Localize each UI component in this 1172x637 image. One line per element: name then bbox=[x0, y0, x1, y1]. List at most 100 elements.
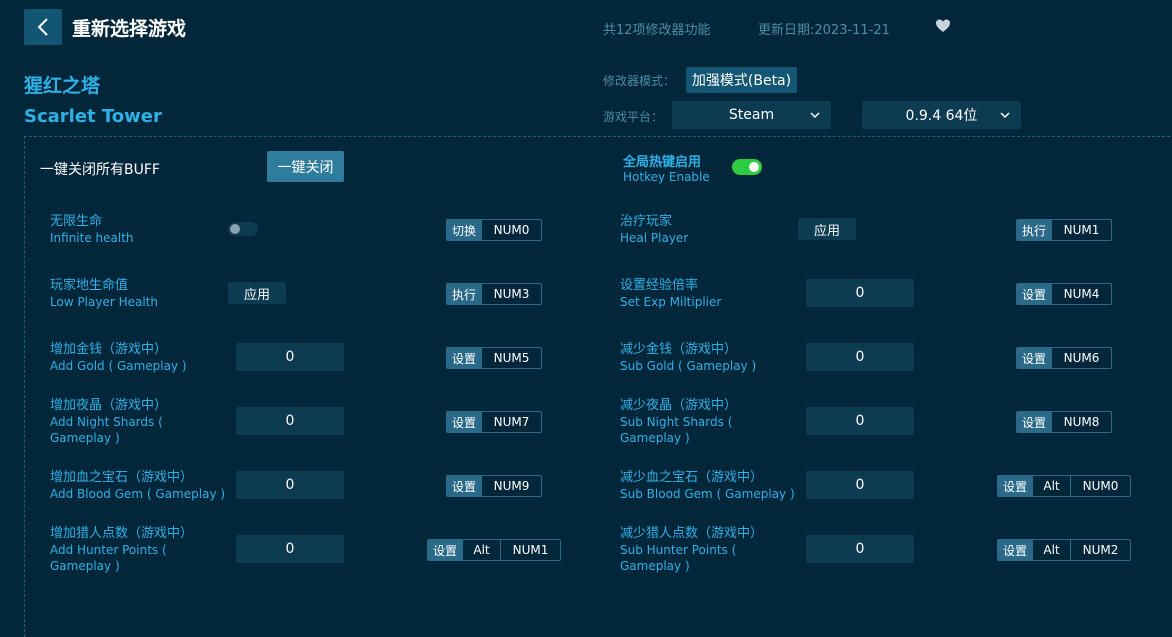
hotkey-enable-toggle[interactable] bbox=[732, 159, 762, 175]
hotkey-low-health[interactable]: 执行 NUM3 bbox=[446, 283, 543, 305]
sub-hunter-points-input[interactable]: 0 bbox=[806, 535, 914, 563]
game-title-en: Scarlet Tower bbox=[24, 106, 162, 127]
feature-label: 增加猎人点数（游戏中） Add Hunter Points ( Gameplay… bbox=[50, 526, 193, 574]
hotkey-modifier: Alt bbox=[1032, 540, 1071, 560]
feature-name-en: Add Gold ( Gameplay ) bbox=[50, 359, 187, 373]
feature-name-en: Sub Gold ( Gameplay ) bbox=[620, 359, 757, 373]
feature-name-en: Sub Night Shards ( Gameplay ) bbox=[620, 415, 733, 445]
feature-name-cn: 玩家地生命值 bbox=[50, 278, 129, 293]
hotkey-key: NUM1 bbox=[1051, 220, 1112, 240]
sub-gold-input[interactable]: 0 bbox=[806, 343, 914, 371]
add-blood-gem-input[interactable]: 0 bbox=[236, 471, 344, 499]
feature-name-cn: 增加血之宝石（游戏中） bbox=[50, 470, 194, 485]
feature-name-cn: 减少夜晶（游戏中） bbox=[620, 398, 738, 413]
version-select[interactable]: 0.9.4 64位 bbox=[862, 101, 1021, 129]
hotkey-modifier: Alt bbox=[1032, 476, 1071, 496]
hotkey-action: 设置 bbox=[447, 412, 482, 432]
feature-name-cn: 无限生命 bbox=[50, 214, 103, 229]
feature-name-en: Sub Hunter Points ( Gameplay ) bbox=[620, 543, 737, 573]
hotkey-action: 执行 bbox=[1017, 220, 1052, 240]
hotkey-action: 设置 bbox=[447, 348, 482, 368]
page-title: 重新选择游戏 bbox=[72, 18, 187, 40]
hotkey-action: 设置 bbox=[1017, 348, 1052, 368]
feature-count: 共12项修改器功能 bbox=[603, 23, 711, 38]
feature-name-en: Infinite health bbox=[50, 231, 134, 245]
hotkey-sub-blood-gem[interactable]: 设置 Alt NUM0 bbox=[997, 475, 1132, 497]
feature-label: 无限生命 Infinite health bbox=[50, 214, 134, 246]
hotkey-action: 设置 bbox=[428, 540, 463, 560]
feature-name-cn: 增加猎人点数（游戏中） bbox=[50, 526, 194, 541]
hotkey-key: NUM4 bbox=[1051, 284, 1112, 304]
sub-blood-gem-input[interactable]: 0 bbox=[806, 471, 914, 499]
feature-name-en: Set Exp Miltiplier bbox=[620, 295, 722, 309]
hotkey-action: 设置 bbox=[1017, 412, 1052, 432]
hotkey-action: 切换 bbox=[447, 220, 482, 240]
feature-name-cn: 增加夜晶（游戏中） bbox=[50, 398, 168, 413]
hotkey-action: 设置 bbox=[447, 476, 482, 496]
hotkey-heal-player[interactable]: 执行 NUM1 bbox=[1016, 219, 1113, 241]
hotkey-key: NUM0 bbox=[1070, 476, 1131, 496]
heal-player-apply-button[interactable]: 应用 bbox=[798, 218, 856, 240]
hotkey-key: NUM7 bbox=[481, 412, 542, 432]
platform-label: 游戏平台： bbox=[603, 110, 664, 124]
add-gold-input[interactable]: 0 bbox=[236, 343, 344, 371]
oneclick-close-button[interactable]: 一键关闭 bbox=[267, 151, 344, 182]
chevron-down-icon bbox=[810, 112, 820, 119]
version-value: 0.9.4 64位 bbox=[905, 108, 978, 124]
oneclick-label: 一键关闭所有BUFF bbox=[40, 162, 160, 178]
hotkey-key: NUM1 bbox=[500, 540, 561, 560]
feature-name-cn: 治疗玩家 bbox=[620, 214, 673, 229]
feature-label: 治疗玩家 Heal Player bbox=[620, 214, 688, 246]
feature-name-cn: 减少血之宝石（游戏中） bbox=[620, 470, 764, 485]
mode-button[interactable]: 加强模式(Beta) bbox=[686, 67, 797, 93]
add-night-shards-input[interactable]: 0 bbox=[236, 407, 344, 435]
feature-name-cn: 减少金钱（游戏中） bbox=[620, 342, 738, 357]
platform-select[interactable]: Steam bbox=[672, 101, 831, 129]
feature-label: 增加血之宝石（游戏中） Add Blood Gem ( Gameplay ) bbox=[50, 470, 225, 502]
hotkey-action: 设置 bbox=[1017, 284, 1052, 304]
feature-name-en: Add Hunter Points ( Gameplay ) bbox=[50, 543, 167, 573]
update-date: 更新日期:2023-11-21 bbox=[758, 23, 890, 38]
feature-name-cn: 减少猎人点数（游戏中） bbox=[620, 526, 764, 541]
feature-name-cn: 增加金钱（游戏中） bbox=[50, 342, 168, 357]
hotkey-add-gold[interactable]: 设置 NUM5 bbox=[446, 347, 543, 369]
hotkey-enable-label: 全局热键启用 bbox=[623, 155, 702, 170]
low-health-apply-button[interactable]: 应用 bbox=[228, 282, 286, 304]
feature-name-cn: 设置经验倍率 bbox=[620, 278, 699, 293]
feature-label: 减少血之宝石（游戏中） Sub Blood Gem ( Gameplay ) bbox=[620, 470, 795, 502]
hotkey-action: 设置 bbox=[998, 476, 1033, 496]
infinite-health-toggle[interactable] bbox=[228, 222, 258, 236]
game-title-cn: 猩红之塔 bbox=[24, 75, 101, 97]
hotkey-key: NUM8 bbox=[1051, 412, 1112, 432]
feature-label: 增加夜晶（游戏中） Add Night Shards ( Gameplay ) bbox=[50, 398, 220, 446]
feature-name-en: Heal Player bbox=[620, 231, 689, 245]
feature-label: 玩家地生命值 Low Player Health bbox=[50, 278, 158, 310]
hotkey-key: NUM0 bbox=[481, 220, 542, 240]
sub-night-shards-input[interactable]: 0 bbox=[806, 407, 914, 435]
feature-label: 减少金钱（游戏中） Sub Gold ( Gameplay ) bbox=[620, 342, 756, 374]
feature-name-en: Sub Blood Gem ( Gameplay ) bbox=[620, 487, 795, 501]
feature-name-en: Add Blood Gem ( Gameplay ) bbox=[50, 487, 226, 501]
hotkey-add-blood-gem[interactable]: 设置 NUM9 bbox=[446, 475, 543, 497]
hotkey-infinite-health[interactable]: 切换 NUM0 bbox=[446, 219, 543, 241]
hotkey-key: NUM5 bbox=[481, 348, 542, 368]
hotkey-key: NUM6 bbox=[1051, 348, 1112, 368]
features-panel bbox=[24, 136, 1172, 637]
hotkey-modifier: Alt bbox=[462, 540, 501, 560]
feature-label: 减少猎人点数（游戏中） Sub Hunter Points ( Gameplay… bbox=[620, 526, 763, 574]
hotkey-sub-night-shards[interactable]: 设置 NUM8 bbox=[1016, 411, 1113, 433]
hotkey-sub-gold[interactable]: 设置 NUM6 bbox=[1016, 347, 1113, 369]
back-button[interactable] bbox=[24, 9, 62, 45]
hotkey-add-hunter-points[interactable]: 设置 Alt NUM1 bbox=[427, 539, 562, 561]
chevron-left-icon bbox=[37, 18, 48, 36]
add-hunter-points-input[interactable]: 0 bbox=[236, 535, 344, 563]
hotkey-exp-multiplier[interactable]: 设置 NUM4 bbox=[1016, 283, 1113, 305]
hotkey-add-night-shards[interactable]: 设置 NUM7 bbox=[446, 411, 543, 433]
chevron-down-icon bbox=[1000, 112, 1010, 119]
exp-multiplier-input[interactable]: 0 bbox=[806, 279, 914, 307]
heart-icon[interactable] bbox=[935, 18, 951, 34]
feature-label: 减少夜晶（游戏中） Sub Night Shards ( Gameplay ) bbox=[620, 398, 790, 446]
hotkey-key: NUM2 bbox=[1070, 540, 1131, 560]
hotkey-sub-hunter-points[interactable]: 设置 Alt NUM2 bbox=[997, 539, 1132, 561]
hotkey-action: 设置 bbox=[998, 540, 1033, 560]
